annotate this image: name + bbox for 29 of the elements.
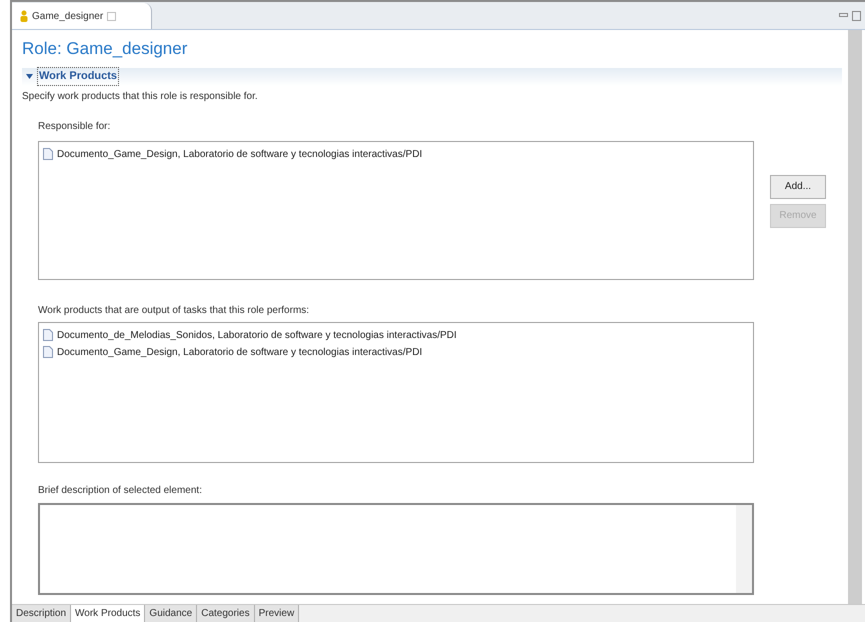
list-item[interactable]: Documento_Game_Design, Laboratorio de software y tecnologias interactivas/PDI <box>57 344 422 360</box>
scrollbar[interactable] <box>848 30 862 604</box>
action-button[interactable]: Add... <box>770 174 826 198</box>
editor-tab[interactable]: Game_designer <box>12 3 152 29</box>
bottom-tab[interactable]: Guidance <box>145 605 198 622</box>
bottom-tab[interactable]: Preview <box>254 605 300 622</box>
document-icon <box>43 148 53 160</box>
bottom-tab[interactable]: Description <box>12 605 72 622</box>
scrollbar[interactable] <box>736 504 752 592</box>
maximize-icon[interactable] <box>852 10 861 20</box>
minimize-icon[interactable] <box>839 12 848 18</box>
responsible-label: Responsible for: <box>38 120 112 134</box>
output-label: Work products that are output of tasks that this role performs: <box>38 304 310 318</box>
list-item[interactable]: Documento_de_Melodias_Sonidos, Laboratorio de software y tecnologias interactivas/PDI <box>57 328 457 342</box>
section-title[interactable]: Work Products <box>37 67 120 86</box>
person-icon <box>20 10 28 22</box>
list-box[interactable]: Documento_de_Melodias_Sonidos, Laboratorio de software y tecnologias interactivas/PDI Documento_Game_Design, Laboratorio de software y tecnologias interactivas/PDI <box>38 322 754 462</box>
document-icon <box>43 346 53 358</box>
bottom-tab[interactable]: Work Products <box>71 605 146 622</box>
list-box[interactable]: Documento_Game_Design, Laboratorio de software y tecnologias interactivas/PDI <box>38 140 754 280</box>
bottom-tab[interactable]: Categories <box>197 605 255 622</box>
description-field[interactable] <box>38 502 754 594</box>
brief-description-label: Brief description of selected element: <box>38 484 203 498</box>
close-icon[interactable] <box>107 12 116 20</box>
list-item[interactable]: Documento_Game_Design, Laboratorio de software y tecnologias interactivas/PDI <box>57 146 422 162</box>
section-description: Specify work products that this role is responsible for. <box>22 90 259 104</box>
role-heading: Role: Game_designer <box>22 38 188 60</box>
collapse-icon[interactable] <box>26 74 33 79</box>
document-icon <box>43 329 53 341</box>
